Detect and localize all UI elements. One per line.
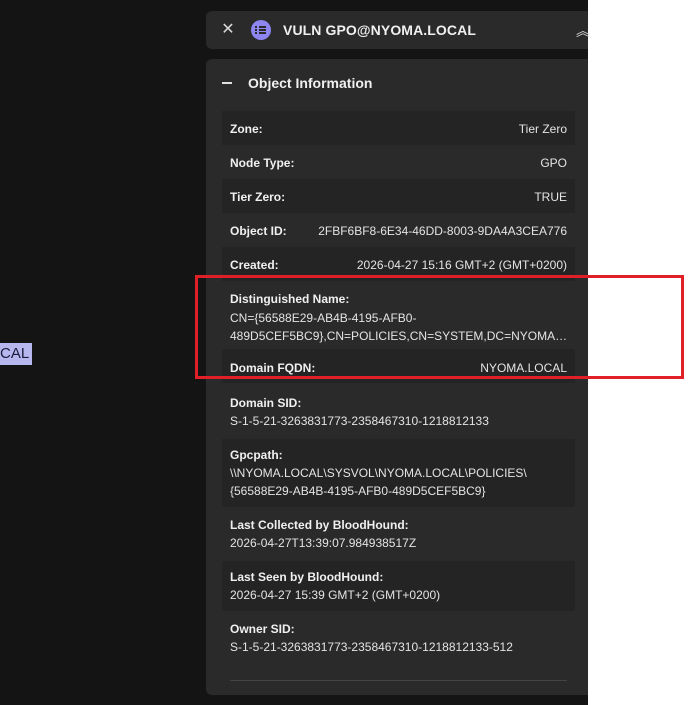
field-domain-sid: Domain SID: S-1-5-21-3263831773-23584673… (222, 387, 575, 437)
field-owner-sid: Owner SID: S-1-5-21-3263831773-235846731… (222, 613, 575, 663)
highlight-annotation (195, 275, 684, 379)
field-label: Gpcpath: (230, 448, 283, 462)
field-label: Tier Zero: (230, 190, 286, 204)
entity-header: ✕ VULN GPO@NYOMA.LOCAL ︽ (206, 11, 590, 49)
field-label: Node Type: (230, 156, 295, 170)
entity-title: VULN GPO@NYOMA.LOCAL (283, 22, 476, 38)
field-label: Domain SID: (230, 396, 302, 410)
field-last-collected: Last Collected by BloodHound: 2026-04-27… (222, 509, 575, 559)
object-information-toggle[interactable]: Object Information (206, 59, 588, 107)
field-object-id: Object ID: 2FBF6BF8-6E34-46DD-8003-9DA4A… (222, 213, 575, 247)
field-value: S-1-5-21-3263831773-2358467310-121881213… (230, 412, 570, 430)
value-line: {56588E29-AB4B-4195-AFB0-489D5CEF5BC9} (230, 484, 486, 498)
divider (230, 680, 567, 681)
field-label: Object ID: (230, 224, 287, 238)
field-label: Last Seen by BloodHound: (230, 570, 384, 584)
close-icon[interactable]: ✕ (219, 21, 237, 39)
field-tier-zero: Tier Zero: TRUE (222, 179, 575, 213)
field-label: Owner SID: (230, 622, 295, 636)
graph-node-label[interactable]: CAL (0, 343, 33, 365)
field-value: 2FBF6BF8-6E34-46DD-8003-9DA4A3CEA776 (318, 224, 567, 238)
field-label: Created: (230, 258, 279, 272)
field-label: Last Collected by BloodHound: (230, 518, 409, 532)
field-value: 2026-04-27T13:39:07.984938517Z (230, 534, 570, 552)
value-line: S-1-5-21-3263831773-2358467310-121881213… (230, 640, 513, 654)
value-line: S-1-5-21-3263831773-2358467310-121881213… (230, 414, 489, 428)
section-title: Object Information (248, 75, 373, 91)
field-value: Tier Zero (518, 122, 567, 136)
value-line: 2026-04-27T13:39:07.984938517Z (230, 536, 417, 550)
gpo-list-icon (251, 20, 271, 40)
field-value: 2026-04-27 15:39 GMT+2 (GMT+0200) (230, 586, 570, 604)
collapse-all-icon[interactable]: ︽ (576, 21, 590, 41)
field-value: 2026-04-27 15:16 GMT+2 (GMT+0200) (356, 258, 567, 272)
minus-icon (222, 82, 232, 84)
field-value: S-1-5-21-3263831773-2358467310-121881213… (230, 638, 570, 656)
field-value: TRUE (534, 190, 567, 204)
field-zone: Zone: Tier Zero (222, 111, 575, 145)
field-label: Zone: (230, 122, 263, 136)
field-node-type: Node Type: GPO (222, 145, 575, 179)
value-line: 2026-04-27 15:39 GMT+2 (GMT+0200) (230, 588, 441, 602)
field-value: \\NYOMA.LOCAL\SYSVOL\NYOMA.LOCAL\POLICIE… (230, 464, 570, 500)
field-last-seen: Last Seen by BloodHound: 2026-04-27 15:3… (222, 561, 575, 611)
field-gpcpath: Gpcpath: \\NYOMA.LOCAL\SYSVOL\NYOMA.LOCA… (222, 439, 575, 507)
field-value: GPO (540, 156, 567, 170)
value-line: \\NYOMA.LOCAL\SYSVOL\NYOMA.LOCAL\POLICIE… (230, 466, 527, 480)
